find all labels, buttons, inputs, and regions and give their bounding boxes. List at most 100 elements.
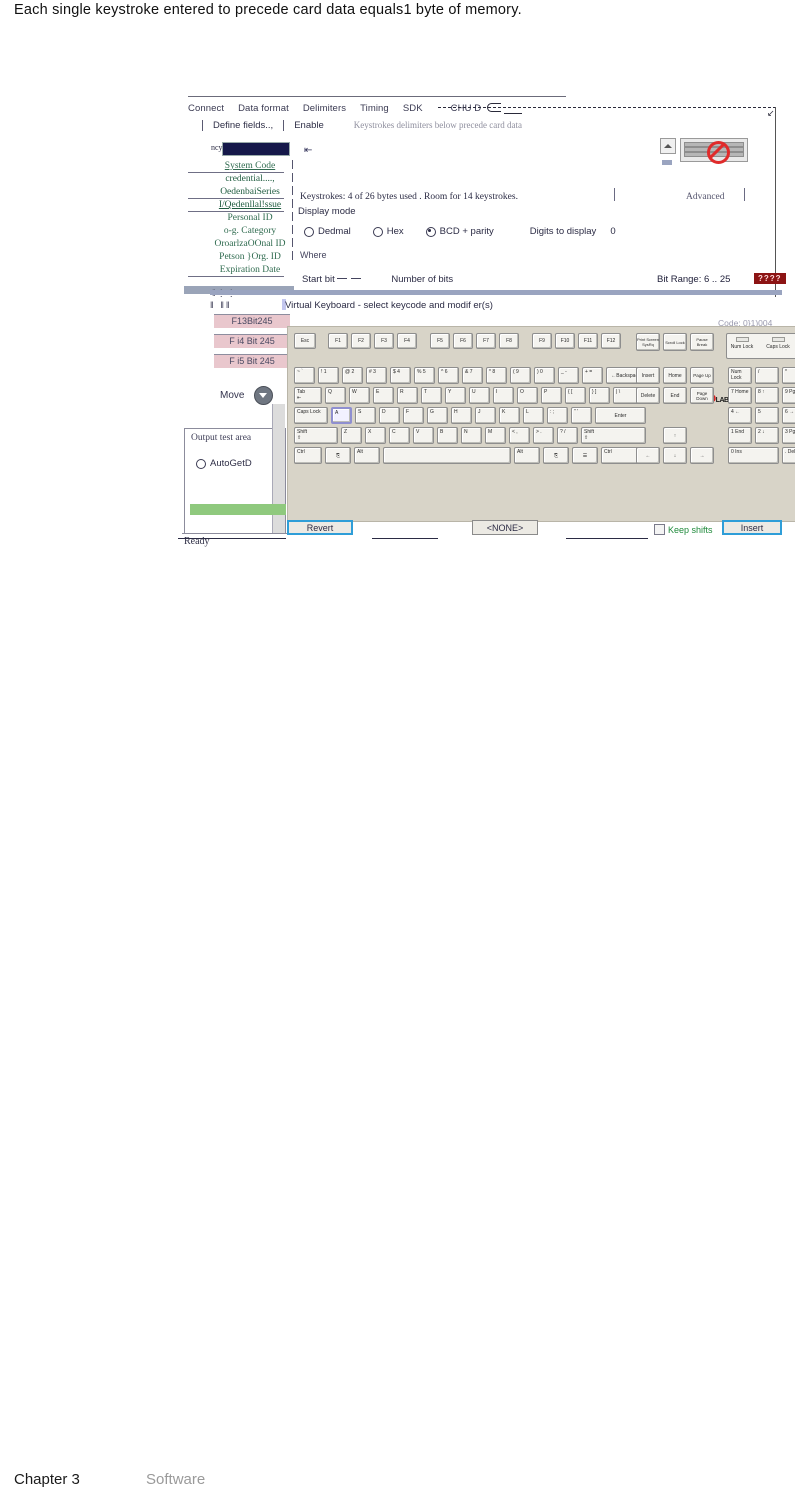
key-3[interactable]: # 3 bbox=[366, 367, 387, 384]
key-x[interactable]: X bbox=[365, 427, 386, 444]
tab-timing[interactable]: Timing bbox=[360, 103, 389, 114]
key-scroll-lock[interactable]: Scroll Lock bbox=[663, 333, 687, 351]
key-w[interactable]: W bbox=[349, 387, 370, 404]
tab-chud[interactable]: CHU D bbox=[451, 103, 523, 114]
auto-get-d-radio[interactable]: AutoGetD bbox=[196, 458, 252, 469]
key-delete[interactable]: Delete bbox=[636, 387, 660, 404]
bit-row[interactable]: F i5 Bit 245 bbox=[214, 354, 290, 368]
key-f1[interactable]: F1 bbox=[328, 333, 348, 349]
revert-button[interactable]: Revert bbox=[287, 520, 353, 535]
radio-bcd-parity[interactable]: BCD + parity bbox=[425, 226, 494, 237]
key-9[interactable]: ( 9 bbox=[510, 367, 531, 384]
key-numpad-7[interactable]: 7 Home bbox=[728, 387, 752, 404]
field-list-item[interactable]: OroarlzaOOnal ID bbox=[196, 238, 304, 251]
key-u[interactable]: U bbox=[469, 387, 490, 404]
key-numpad-9[interactable]: 9 PgUp bbox=[782, 387, 795, 404]
move-down-knob-icon[interactable] bbox=[254, 386, 274, 405]
scroll-down-button[interactable] bbox=[660, 138, 676, 154]
key-arrow-down[interactable]: ↓ bbox=[663, 447, 687, 464]
key-insert[interactable]: Insert bbox=[636, 367, 660, 384]
key-j[interactable]: J bbox=[475, 407, 496, 424]
key-v[interactable]: V bbox=[413, 427, 434, 444]
key-shift-left[interactable]: Shift ⇧ bbox=[294, 427, 338, 444]
key-comma[interactable]: < , bbox=[509, 427, 530, 444]
radio-decimal[interactable]: Dedmal bbox=[304, 226, 351, 237]
key-arrow-left[interactable]: ← bbox=[636, 447, 660, 464]
field-list-item[interactable]: o-g. Category bbox=[196, 225, 304, 238]
key-arrow-right[interactable]: → bbox=[690, 447, 714, 464]
key-e[interactable]: E bbox=[373, 387, 394, 404]
key-0[interactable]: ) 0 bbox=[534, 367, 555, 384]
key-5[interactable]: % 5 bbox=[414, 367, 435, 384]
key-6[interactable]: ^ 6 bbox=[438, 367, 459, 384]
key-f10[interactable]: F10 bbox=[555, 333, 575, 349]
enable-checkbox-label[interactable]: Enable bbox=[294, 120, 324, 131]
key-bracket-left[interactable]: { [ bbox=[565, 387, 586, 404]
key-m[interactable]: M bbox=[485, 427, 506, 444]
field-list-item[interactable]: Petson }Org. ID bbox=[196, 251, 304, 264]
key-f3[interactable]: F3 bbox=[374, 333, 394, 349]
key-numpad-1[interactable]: 1 End bbox=[728, 427, 752, 444]
tab-data-format[interactable]: Data format bbox=[238, 103, 289, 114]
bit-row[interactable]: F i4 Bit 245 bbox=[214, 334, 290, 348]
key-end[interactable]: End bbox=[663, 387, 687, 404]
key-ctrl-left[interactable]: Ctrl bbox=[294, 447, 322, 464]
key-quote[interactable]: " ' bbox=[571, 407, 592, 424]
key-numpad-5[interactable]: 5 bbox=[755, 407, 779, 424]
key-shift-right[interactable]: Shift ⇧ bbox=[581, 427, 646, 444]
key-q[interactable]: Q bbox=[325, 387, 346, 404]
key-y[interactable]: Y bbox=[445, 387, 466, 404]
key-slash[interactable]: ? / bbox=[557, 427, 578, 444]
key-semicolon[interactable]: : ; bbox=[547, 407, 568, 424]
key-numlock[interactable]: Num Lock bbox=[728, 367, 752, 384]
key-menu[interactable]: ☰ bbox=[572, 447, 598, 464]
field-list-item[interactable]: credential...., bbox=[196, 173, 304, 186]
tab-sdk[interactable]: SDK bbox=[403, 103, 423, 114]
key-f2[interactable]: F2 bbox=[351, 333, 371, 349]
key-g[interactable]: G bbox=[427, 407, 448, 424]
insert-button[interactable]: Insert bbox=[722, 520, 782, 535]
key-win-left[interactable]: ⎘ bbox=[325, 447, 351, 464]
key-numpad-3[interactable]: 3 PgDn bbox=[782, 427, 795, 444]
key-o[interactable]: O bbox=[517, 387, 538, 404]
key-s[interactable]: S bbox=[355, 407, 376, 424]
key-arrow-up[interactable]: ↑ bbox=[663, 427, 687, 444]
key-print-screen[interactable]: Print Screen SysRq bbox=[636, 333, 660, 351]
key-page-up[interactable]: Page Up bbox=[690, 367, 714, 384]
key-enter[interactable]: Enter bbox=[595, 407, 646, 424]
key-f8[interactable]: F8 bbox=[499, 333, 519, 349]
key-space[interactable] bbox=[383, 447, 511, 464]
key-a[interactable]: A bbox=[331, 407, 352, 424]
key-home[interactable]: Home bbox=[663, 367, 687, 384]
key-r[interactable]: R bbox=[397, 387, 418, 404]
key-equals[interactable]: + = bbox=[582, 367, 603, 384]
move-control[interactable]: Move bbox=[220, 386, 274, 405]
key-t[interactable]: T bbox=[421, 387, 442, 404]
key-b[interactable]: B bbox=[437, 427, 458, 444]
radio-hex[interactable]: Hex bbox=[372, 226, 404, 237]
key-alt-left[interactable]: Alt bbox=[354, 447, 380, 464]
key-numpad-multiply[interactable]: * bbox=[782, 367, 795, 384]
key-h[interactable]: H bbox=[451, 407, 472, 424]
key-f5[interactable]: F5 bbox=[430, 333, 450, 349]
key-numpad-2[interactable]: 2 ↓ bbox=[755, 427, 779, 444]
key-bracket-right[interactable]: } ] bbox=[589, 387, 610, 404]
key-l[interactable]: L bbox=[523, 407, 544, 424]
field-list-item[interactable]: Personal ID bbox=[196, 212, 304, 225]
key-esc[interactable]: Esc bbox=[294, 333, 316, 349]
key-numpad-decimal[interactable]: . Del bbox=[782, 447, 795, 464]
key-backtick[interactable]: ~ ` bbox=[294, 367, 315, 384]
sidebar-tool-icons-secondary[interactable]: ‖ ‖‖ bbox=[210, 300, 232, 310]
key-f6[interactable]: F6 bbox=[453, 333, 473, 349]
key-k[interactable]: K bbox=[499, 407, 520, 424]
key-z[interactable]: Z bbox=[341, 427, 362, 444]
key-8[interactable]: * 8 bbox=[486, 367, 507, 384]
key-n[interactable]: N bbox=[461, 427, 482, 444]
key-tab[interactable]: Tab ⇤ bbox=[294, 387, 322, 404]
key-2[interactable]: @ 2 bbox=[342, 367, 363, 384]
key-numpad-0[interactable]: 0 Ins bbox=[728, 447, 779, 464]
key-period[interactable]: > . bbox=[533, 427, 554, 444]
tab-delimiters[interactable]: Delimiters bbox=[303, 103, 346, 114]
key-numpad-divide[interactable]: / bbox=[755, 367, 779, 384]
key-f[interactable]: F bbox=[403, 407, 424, 424]
